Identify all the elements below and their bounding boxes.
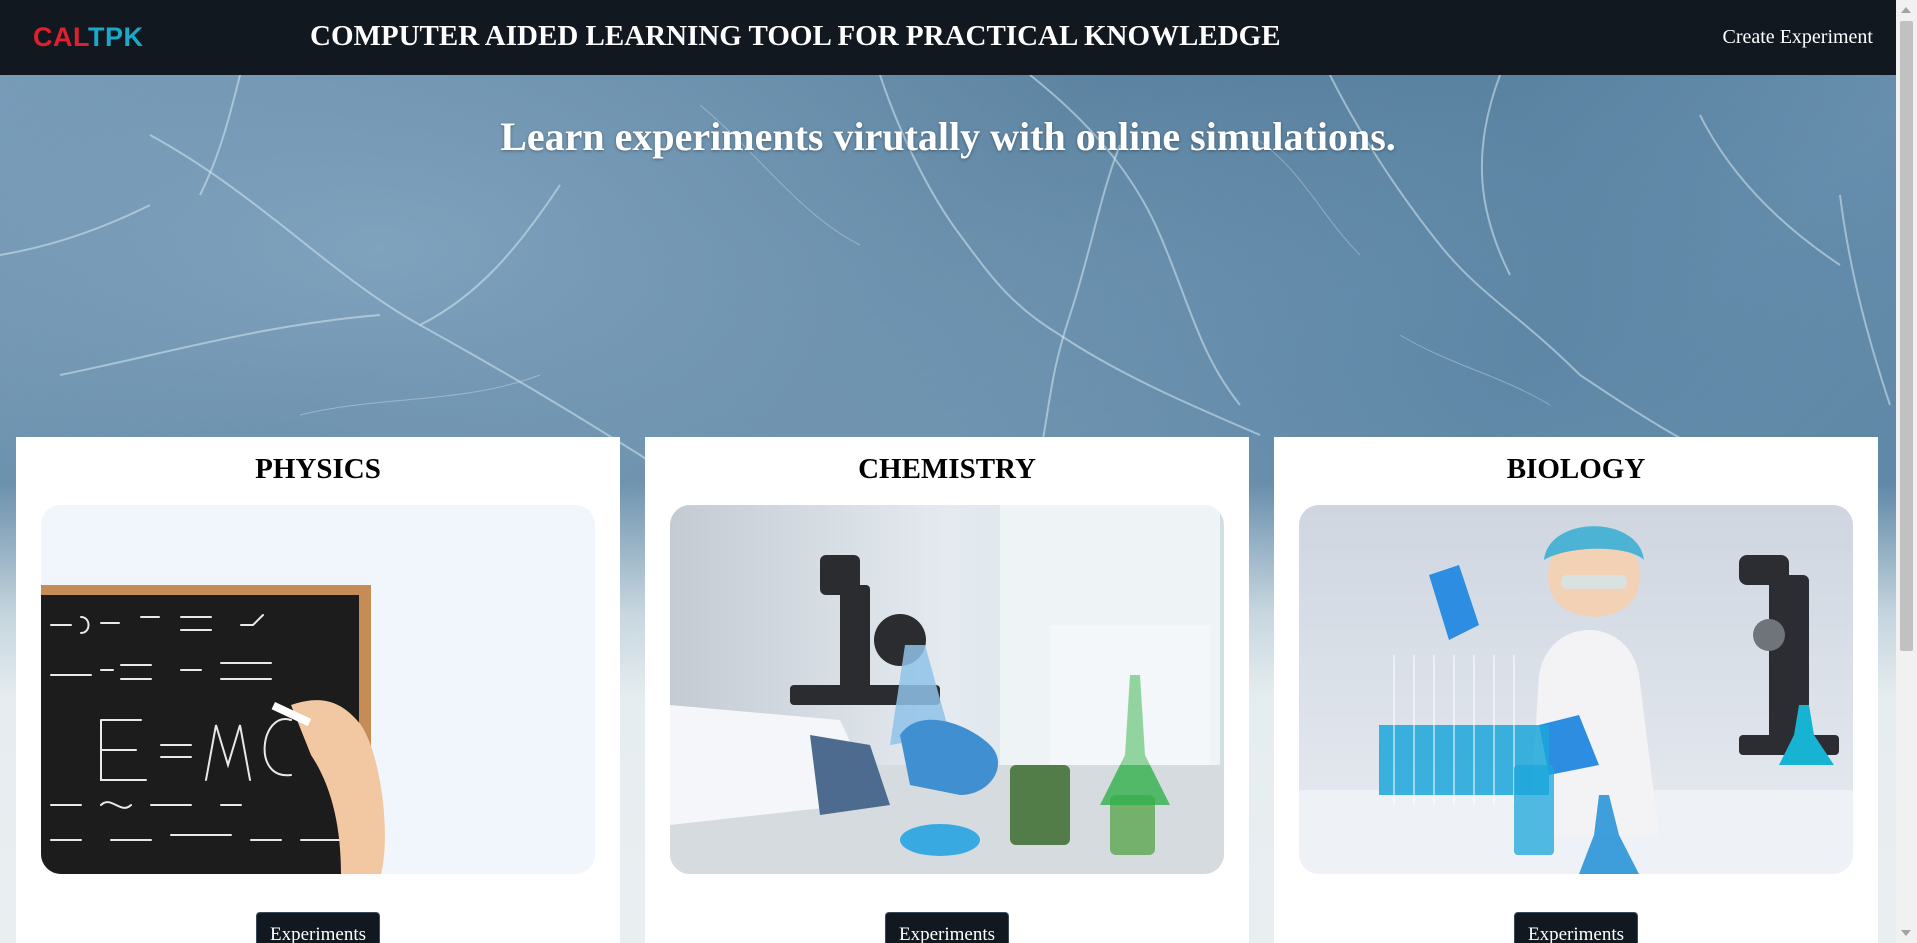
scroll-thumb[interactable] [1900,21,1913,651]
top-navbar: CALTPK COMPUTER AIDED LEARNING TOOL FOR … [0,0,1896,75]
microscope-flask-image [670,505,1224,874]
vertical-scrollbar[interactable] [1896,0,1917,943]
chalkboard-equations-image [41,505,595,874]
chemistry-experiments-button[interactable]: Experiments [884,912,1010,943]
scroll-up-icon[interactable] [1901,7,1911,13]
physics-card: PHYSICS Experiments [16,437,620,943]
biology-experiments-button[interactable]: Experiments [1513,912,1639,943]
biology-card: BIOLOGY Experiments [1274,437,1878,943]
logo-part-tpk: TPK [88,22,144,52]
site-logo[interactable]: CALTPK [33,22,144,53]
card-title-biology: BIOLOGY [1506,453,1646,485]
create-experiment-link[interactable]: Create Experiment [1723,26,1874,49]
card-title-chemistry: CHEMISTRY [858,453,1036,485]
card-title-physics: PHYSICS [255,453,381,485]
scroll-down-icon[interactable] [1901,930,1911,936]
site-title: COMPUTER AIDED LEARNING TOOL FOR PRACTIC… [310,20,1281,52]
logo-part-cal: CAL [33,22,88,52]
chemistry-card: CHEMISTRY Experiments [645,437,1249,943]
hero-heading: Learn experiments virutally with online … [500,114,1396,159]
physics-experiments-button[interactable]: Experiments [255,912,381,943]
scientist-lab-image [1299,505,1853,874]
